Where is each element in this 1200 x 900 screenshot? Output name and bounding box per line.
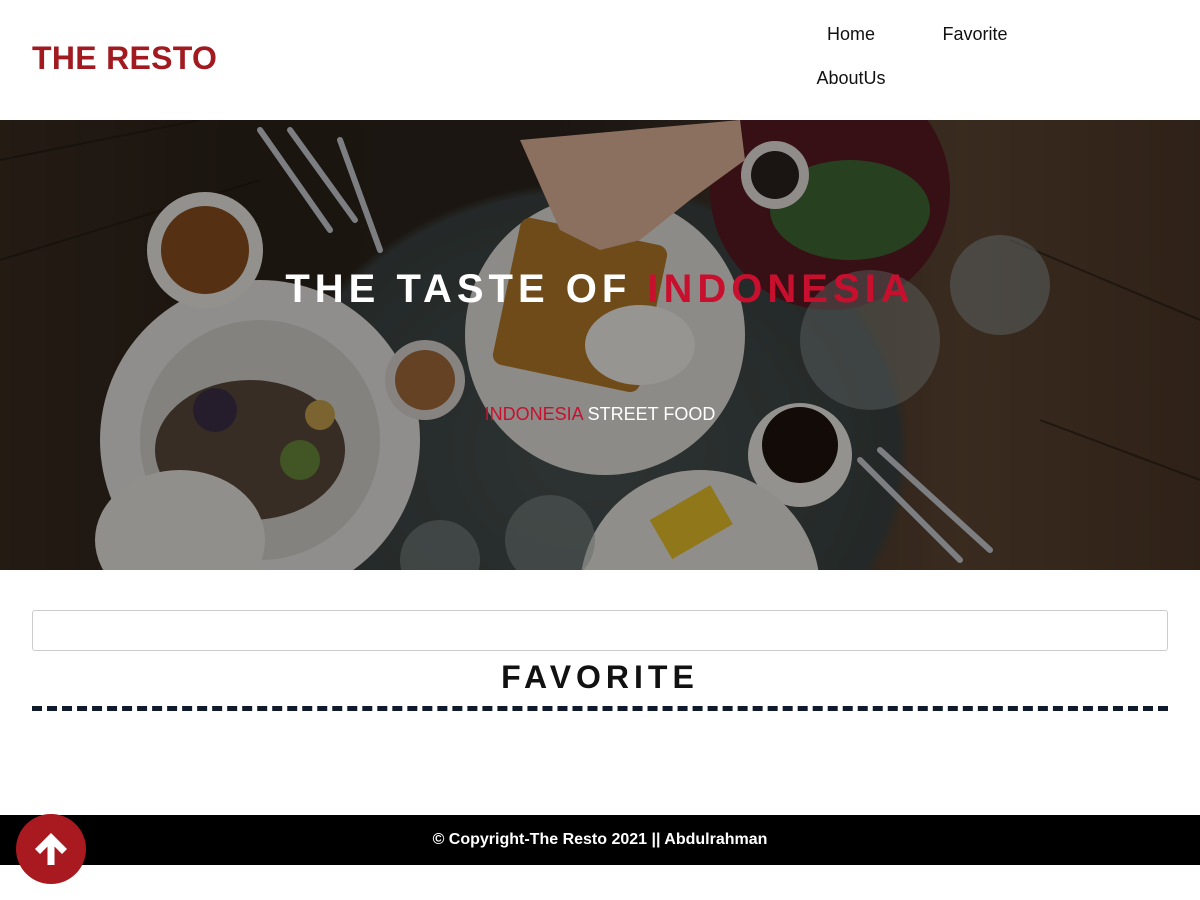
hero-subtitle-rest: STREET FOOD (582, 404, 716, 424)
brand-logo[interactable]: THE RESTO (32, 40, 217, 77)
scroll-to-top-button[interactable] (16, 814, 86, 884)
hero-banner: THE TASTE OF INDONESIA INDONESIA STREET … (0, 120, 1200, 570)
nav-link-favorite[interactable]: Favorite (924, 22, 1026, 46)
arrow-up-icon (35, 833, 67, 865)
hero-title: THE TASTE OF INDONESIA (0, 266, 1200, 312)
search-input[interactable] (32, 610, 1168, 651)
section-title-favorite: FAVORITE (501, 659, 699, 695)
site-footer: © Copyright-The Resto 2021 || Abdulrahma… (0, 815, 1200, 865)
footer-copyright: © Copyright-The Resto 2021 || Abdulrahma… (432, 831, 768, 848)
hero-title-prefix: THE TASTE OF (285, 267, 648, 311)
section-divider (32, 706, 1168, 711)
nav-link-about-us[interactable]: AboutUs (800, 66, 902, 90)
site-header: THE RESTO Home Favorite AboutUs (0, 0, 1200, 120)
hero-subtitle-accent: INDONESIA (484, 404, 583, 424)
nav-link-home[interactable]: Home (800, 22, 902, 46)
hero-title-accent: INDONESIA (647, 267, 915, 311)
hero-subtitle: INDONESIA STREET FOOD (0, 403, 1200, 425)
hero-overlay (0, 120, 1200, 570)
